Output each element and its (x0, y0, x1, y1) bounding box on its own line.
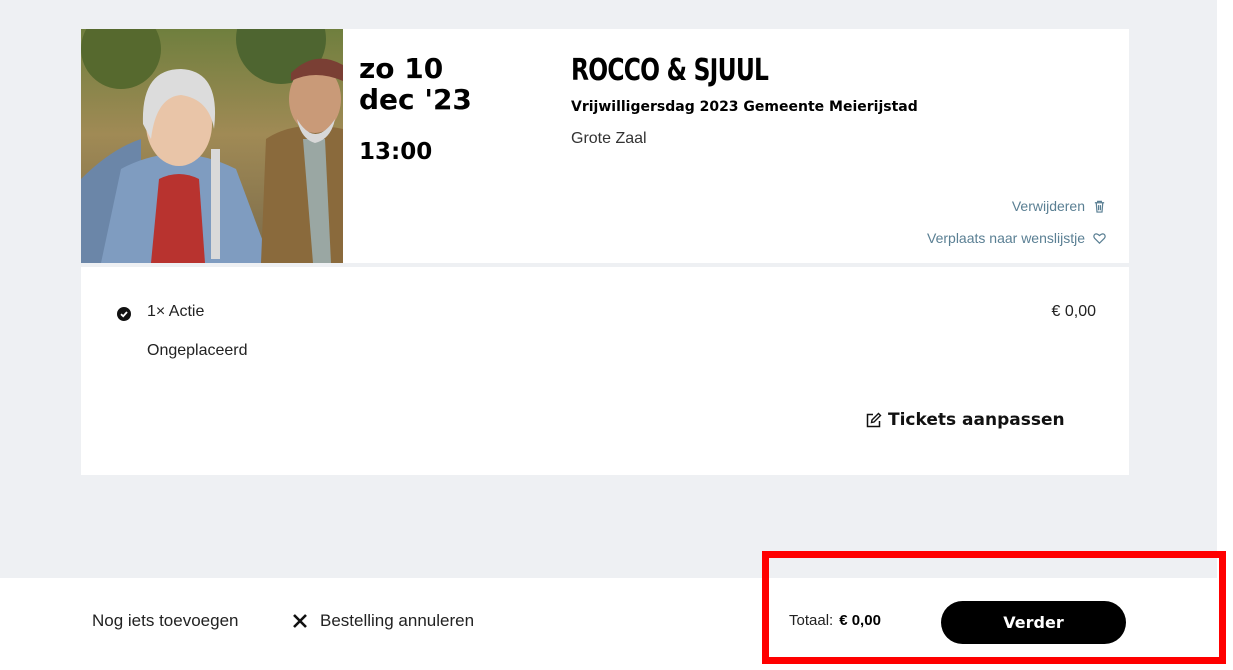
add-more-link[interactable]: Nog iets toevoegen (92, 611, 239, 631)
continue-button[interactable]: Verder (941, 601, 1126, 644)
remove-button[interactable]: Verwijderen (1012, 198, 1106, 214)
move-to-wishlist-button[interactable]: Verplaats naar wenslijstje (927, 230, 1106, 246)
ticket-type: 1× Actie (147, 303, 205, 320)
order-total: Totaal: € 0,00 (789, 612, 881, 629)
close-icon (293, 614, 307, 628)
cancel-order-label: Bestelling annuleren (320, 611, 475, 630)
event-date-day: zo 10 (359, 52, 444, 85)
adjust-tickets-label: Tickets aanpassen (888, 410, 1065, 430)
heart-icon (1093, 232, 1106, 244)
add-more-label: Nog iets toevoegen (92, 611, 239, 630)
trash-icon (1094, 200, 1105, 213)
event-venue: Grote Zaal (571, 130, 647, 147)
event-image (81, 29, 343, 263)
check-icon (117, 307, 131, 321)
remove-label: Verwijderen (1011, 198, 1085, 214)
adjust-tickets-button[interactable]: Tickets aanpassen (865, 410, 1065, 430)
total-value: € 0,00 (839, 612, 881, 629)
event-subtitle: Vrijwilligersdag 2023 Gemeente Meierijst… (571, 99, 918, 115)
ticket-seat-status: Ongeplaceerd (147, 342, 248, 359)
cancel-order-button[interactable]: Bestelling annuleren (292, 611, 474, 631)
total-label: Totaal: (789, 612, 834, 629)
edit-icon (866, 412, 882, 427)
event-date: zo 10 dec '23 (359, 53, 472, 115)
ticket-card (81, 267, 1129, 475)
wishlist-label: Verplaats naar wenslijstje (927, 230, 1085, 246)
event-date-month: dec '23 (359, 83, 472, 116)
ticket-price: € 0,00 (1051, 303, 1096, 320)
event-title[interactable]: ROCCO & SJUUL (571, 53, 769, 88)
event-time: 13:00 (359, 139, 433, 165)
